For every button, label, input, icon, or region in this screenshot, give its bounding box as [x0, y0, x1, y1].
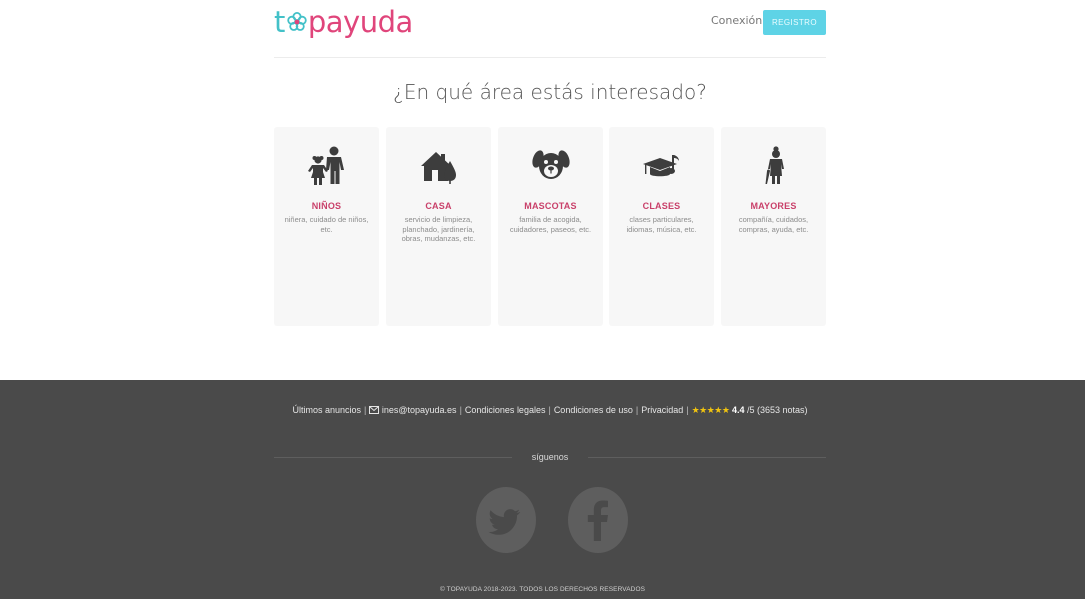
category-grid: NIÑOS niñera, cuidado de niños, etc. CAS…: [274, 127, 826, 326]
separator: |: [548, 405, 551, 415]
login-link[interactable]: Conexión: [711, 14, 762, 28]
twitter-icon: [488, 509, 521, 535]
separator: |: [459, 405, 462, 415]
register-button[interactable]: REGISTRO: [763, 10, 826, 35]
email-link[interactable]: ines@topayuda.es: [382, 405, 457, 415]
category-card-ninos[interactable]: NIÑOS niñera, cuidado de niños, etc.: [274, 127, 379, 326]
dog-icon: [531, 150, 570, 179]
copyright-notice: © TOPAYUDA 2018-2023. TODOS LOS DERECHOS…: [439, 586, 646, 593]
rating-stars-icon: ★★★★★: [691, 405, 730, 415]
house-icon: [420, 152, 456, 184]
category-description: clases particulares, idiomas, música, et…: [626, 215, 697, 234]
category-title: CLASES: [642, 201, 681, 211]
footer-links: Últimos anuncios | ines@topayuda.es | Condi…: [274, 404, 826, 416]
category-description: familia de acogida, cuidadores, paseos, …: [509, 215, 592, 234]
children-icon: [307, 146, 344, 185]
separator: |: [364, 405, 367, 415]
category-description: compañía, cuidados, compras, ayuda, etc.: [738, 215, 809, 234]
legal-conditions-link[interactable]: Condiciones legales: [465, 405, 546, 415]
category-title: NIÑOS: [311, 201, 342, 211]
category-card-casa[interactable]: CASA servicio de limpieza, planchado, ja…: [386, 127, 491, 326]
category-description: niñera, cuidado de niños, etc.: [284, 215, 369, 234]
rating-count: /5 (3653 notas): [744, 405, 808, 415]
separator: |: [686, 405, 689, 415]
category-card-clases[interactable]: CLASES clases particulares, idiomas, mús…: [609, 127, 714, 326]
terms-of-use-link[interactable]: Condiciones de uso: [554, 405, 633, 415]
topayuda-logo[interactable]: t payuda: [274, 4, 413, 40]
separator: |: [635, 405, 639, 415]
privacy-link[interactable]: Privacidad: [641, 405, 683, 415]
graduation-music-icon: [642, 155, 679, 177]
twitter-button[interactable]: [476, 487, 536, 553]
category-card-mascotas[interactable]: MASCOTAS familia de acogida, cuidadores,…: [498, 127, 603, 326]
site-header: t payuda Conexión REGISTRO: [274, 0, 826, 58]
latest-ads-link[interactable]: Últimos anuncios: [292, 405, 361, 415]
elderly-icon: [765, 146, 784, 184]
mail-icon: [369, 406, 380, 414]
facebook-icon: [587, 500, 608, 541]
facebook-button[interactable]: [568, 487, 628, 553]
category-title: MASCOTAS: [524, 201, 577, 211]
follow-us-row: síguenos: [274, 450, 826, 464]
category-card-mayores[interactable]: MAYORES compañía, cuidados, compras, ayu…: [721, 127, 826, 326]
category-title: CASA: [425, 201, 452, 211]
category-description: servicio de limpieza, planchado, jardine…: [401, 215, 476, 244]
flower-logo-icon: [287, 12, 307, 31]
rating-value: 4.4: [731, 405, 745, 415]
category-title: MAYORES: [750, 201, 797, 211]
divider: [588, 457, 826, 458]
page-heading: ¿En qué área estás interesado?: [393, 80, 707, 104]
site-footer: Últimos anuncios | ines@topayuda.es | Condi…: [0, 380, 1085, 599]
